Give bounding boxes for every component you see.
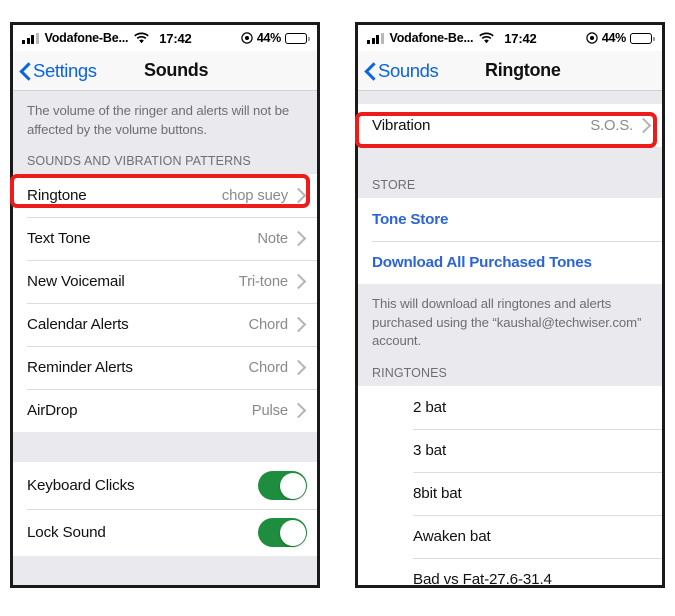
screenshot-canvas: Vodafone-Be... 17:42 44% Settings Sounds…	[0, 0, 675, 616]
row-ringtone-item[interactable]: Bad vs Fat-27.6-31.4	[358, 558, 662, 585]
sounds-group: Ringtone chop suey Text Tone Note New Vo…	[13, 174, 317, 433]
section-header-ringtones: RINGTONES	[372, 366, 447, 381]
toggle-knob	[279, 472, 306, 499]
store-footer-text: This will download all ringtones and ale…	[372, 296, 642, 349]
carrier-label: Vodafone-Be...	[44, 31, 129, 45]
chevron-right-icon	[290, 360, 307, 376]
row-lock-sound[interactable]: Lock Sound	[13, 509, 317, 557]
row-value: Chord	[248, 359, 288, 376]
row-label: AirDrop	[27, 402, 78, 420]
row-text-tone[interactable]: Text Tone Note	[13, 217, 317, 261]
volume-blurb-text: The volume of the ringer and alerts will…	[27, 103, 290, 137]
battery-percent-label: 44%	[256, 31, 281, 45]
row-keyboard-clicks[interactable]: Keyboard Clicks	[13, 462, 317, 510]
chevron-right-icon	[290, 231, 307, 247]
row-label: Lock Sound	[27, 524, 106, 542]
row-label: Keyboard Clicks	[27, 477, 135, 495]
wifi-icon	[134, 32, 149, 44]
chevron-right-icon	[635, 117, 652, 134]
back-button-label: Settings	[33, 59, 97, 81]
phone-panel-ringtone: Vodafone-Be... 17:42 44% Sounds Ringtone…	[355, 22, 665, 588]
location-services-icon	[241, 32, 253, 44]
phone-panel-sounds: Vodafone-Be... 17:42 44% Settings Sounds…	[10, 22, 320, 588]
back-button-label: Sounds	[378, 59, 439, 81]
row-ringtone-item[interactable]: Awaken bat	[358, 515, 662, 559]
row-label: Vibration	[372, 117, 431, 134]
row-label: Reminder Alerts	[27, 359, 133, 377]
row-value: Pulse	[251, 402, 288, 419]
chevron-right-icon	[290, 317, 307, 333]
row-label: 8bit bat	[413, 485, 462, 503]
signal-bars-icon	[22, 32, 39, 44]
chevron-right-icon	[290, 188, 307, 204]
row-ringtone[interactable]: Ringtone chop suey	[13, 174, 317, 218]
battery-percent-label: 44%	[601, 31, 626, 45]
row-download-all-purchased-tones[interactable]: Download All Purchased Tones	[358, 241, 662, 284]
page-title-sounds: Sounds	[144, 60, 209, 80]
row-tone-store[interactable]: Tone Store	[358, 198, 662, 241]
back-button-settings[interactable]: Settings	[20, 60, 97, 82]
row-value: Chord	[248, 316, 288, 333]
row-link-label: Download All Purchased Tones	[372, 254, 592, 271]
group-spacer	[13, 432, 317, 463]
row-label: Ringtone	[27, 187, 87, 205]
row-label: 3 bat	[413, 442, 447, 460]
carrier-label: Vodafone-Be...	[389, 31, 474, 45]
row-value: S.O.S.	[590, 117, 633, 134]
group-spacer	[358, 147, 662, 175]
toggle-lock-sound[interactable]	[258, 518, 307, 548]
row-label: Text Tone	[27, 230, 91, 248]
chevron-left-icon	[20, 62, 31, 80]
ringtones-group: 2 bat 3 bat 8bit bat Awaken bat Bad vs F…	[358, 386, 662, 585]
nav-bar-right: Sounds Ringtone	[358, 51, 662, 91]
battery-icon	[630, 32, 655, 44]
signal-bars-icon	[367, 32, 384, 44]
row-label: New Voicemail	[27, 273, 125, 291]
wifi-icon	[479, 32, 494, 44]
clock-label: 17:42	[159, 30, 192, 46]
toggle-knob	[279, 519, 306, 546]
toggle-keyboard-clicks[interactable]	[258, 471, 307, 501]
row-value: Note	[257, 230, 288, 247]
bottom-spacer	[13, 556, 317, 585]
section-header-store: STORE	[372, 178, 416, 192]
toggles-group: Keyboard Clicks Lock Sound	[13, 462, 317, 557]
row-new-voicemail[interactable]: New Voicemail Tri-tone	[13, 260, 317, 304]
row-ringtone-item[interactable]: 3 bat	[358, 429, 662, 473]
chevron-right-icon	[290, 403, 307, 419]
page-title-ringtone: Ringtone	[485, 60, 561, 80]
location-services-icon	[586, 32, 598, 44]
store-group: Tone Store Download All Purchased Tones	[358, 198, 662, 284]
row-label: Bad vs Fat-27.6-31.4	[413, 571, 552, 585]
row-vibration[interactable]: Vibration S.O.S.	[358, 104, 662, 147]
row-link-label: Tone Store	[372, 211, 449, 228]
row-label: 2 bat	[413, 399, 447, 417]
row-reminder-alerts[interactable]: Reminder Alerts Chord	[13, 346, 317, 390]
row-calendar-alerts[interactable]: Calendar Alerts Chord	[13, 303, 317, 347]
back-button-sounds[interactable]: Sounds	[365, 59, 439, 82]
battery-icon	[285, 32, 310, 44]
top-spacer	[358, 91, 662, 104]
status-bar-right: Vodafone-Be... 17:42 44%	[358, 25, 662, 51]
row-label: Awaken bat	[413, 528, 491, 546]
ringtone-list: Vibration S.O.S. STORE Tone Store Downlo…	[358, 91, 662, 585]
row-airdrop[interactable]: AirDrop Pulse	[13, 389, 317, 433]
settings-list-sounds: The volume of the ringer and alerts will…	[13, 91, 317, 585]
chevron-left-icon	[365, 62, 376, 80]
nav-bar-left: Settings Sounds	[13, 51, 317, 91]
status-bar-left: Vodafone-Be... 17:42 44%	[13, 25, 317, 51]
row-value: Tri-tone	[238, 273, 288, 290]
row-ringtone-item[interactable]: 2 bat	[358, 386, 662, 430]
row-value: chop suey	[221, 187, 288, 204]
row-label: Calendar Alerts	[27, 316, 129, 334]
row-ringtone-item[interactable]: 8bit bat	[358, 472, 662, 516]
vibration-group: Vibration S.O.S.	[358, 104, 662, 147]
chevron-right-icon	[290, 274, 307, 290]
clock-label: 17:42	[504, 30, 537, 46]
section-header-sounds-and-vibration: SOUNDS AND VIBRATION PATTERNS	[27, 154, 251, 169]
